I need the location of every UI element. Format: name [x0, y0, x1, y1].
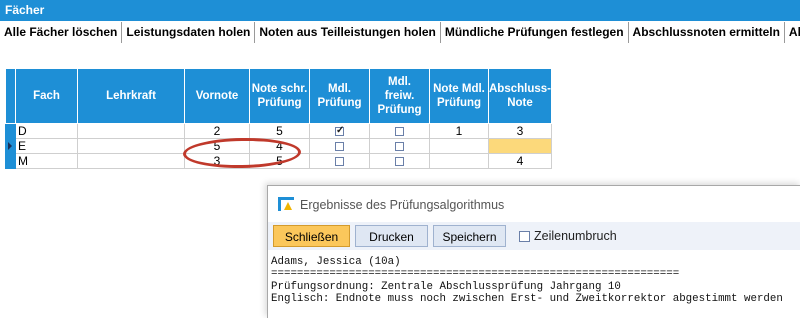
table-row[interactable]: M 3 5 4 [5, 153, 552, 169]
cell-vornote[interactable]: 5 [184, 138, 250, 154]
row-indicator-header [5, 68, 16, 124]
mdl-pruefung-checkbox[interactable] [335, 157, 344, 167]
cell-note-schr[interactable]: 5 [249, 153, 310, 169]
line-wrap-checkbox[interactable] [519, 231, 530, 242]
dialog-title: Ergebnisse des Prüfungsalgorithmus [300, 198, 505, 212]
header-abschlussnote[interactable]: Abschluss- Note [488, 68, 552, 124]
window-title-bar: Fächer [0, 0, 800, 21]
cell-lehrkraft[interactable] [77, 138, 185, 154]
action-toolbar: Alle Fächer löschen Leistungsdaten holen N… [0, 22, 800, 45]
header-vornote[interactable]: Vornote [184, 68, 250, 124]
row-indicator[interactable] [5, 138, 16, 154]
calculate-final-grades-button[interactable]: Abschlussnoten ermitteln [629, 22, 785, 43]
cell-fach[interactable]: M [15, 153, 78, 169]
print-button[interactable]: Drucken [355, 225, 428, 247]
result-line: Prüfungsordnung: Zentrale Abschlussprüfu… [271, 280, 621, 293]
cell-mdl-pruefung[interactable] [309, 138, 370, 154]
cell-mdl-pruefung[interactable] [309, 153, 370, 169]
table-row[interactable]: E 5 4 [5, 138, 552, 154]
cell-fach[interactable]: D [15, 123, 78, 139]
save-button[interactable]: Speichern [433, 225, 506, 247]
cell-mdl-pruefung[interactable] [309, 123, 370, 139]
mdl-freiw-checkbox[interactable] [395, 157, 404, 167]
cell-note-mdl[interactable] [429, 153, 489, 169]
cell-note-mdl[interactable]: 1 [429, 123, 489, 139]
dialog-toolbar: Schließen Drucken Speichern Zeilenumbruc… [268, 222, 800, 250]
dialog-title-bar[interactable]: Ergebnisse des Prüfungsalgorithmus [268, 186, 800, 222]
close-button[interactable]: Schließen [273, 225, 350, 247]
grades-from-partial-performance-button[interactable]: Noten aus Teilleistungen holen [255, 22, 441, 43]
header-note-mdl-pruefung[interactable]: Note Mdl. Prüfung [429, 68, 489, 124]
cell-note-schr[interactable]: 5 [249, 123, 310, 139]
app-icon [278, 197, 294, 211]
final-grades-truncated-button[interactable]: Abschlussnoten i [785, 22, 800, 43]
window-title: Fächer [5, 3, 45, 17]
results-text-area[interactable]: Adams, Jessica (10a) ====================… [271, 256, 799, 306]
mdl-pruefung-checkbox[interactable] [335, 142, 344, 152]
result-line: Englisch: Endnote muss noch zwischen Ers… [271, 293, 783, 306]
line-wrap-label: Zeilenumbruch [534, 229, 617, 243]
result-line: Adams, Jessica (10a) [271, 256, 401, 268]
cell-lehrkraft[interactable] [77, 123, 185, 139]
row-indicator[interactable] [5, 153, 16, 169]
cell-mdl-freiw[interactable] [369, 123, 430, 139]
cell-abschlussnote[interactable]: 4 [488, 153, 552, 169]
set-oral-exams-button[interactable]: Mündliche Prüfungen festlegen [441, 22, 629, 43]
cell-mdl-freiw[interactable] [369, 138, 430, 154]
results-dialog: Ergebnisse des Prüfungsalgorithmus Schli… [267, 185, 800, 318]
fetch-performance-data-button[interactable]: Leistungsdaten holen [122, 22, 256, 43]
result-line: ========================================… [271, 268, 680, 281]
current-row-arrow-icon [8, 142, 12, 150]
cell-note-mdl[interactable] [429, 138, 489, 154]
cell-note-schr[interactable]: 4 [249, 138, 310, 154]
delete-all-subjects-button[interactable]: Alle Fächer löschen [0, 22, 123, 43]
header-note-schr-pruefung[interactable]: Note schr. Prüfung [249, 68, 310, 124]
cell-vornote[interactable]: 3 [184, 153, 250, 169]
table-row[interactable]: D 2 5 1 3 [5, 123, 552, 139]
mdl-freiw-checkbox[interactable] [395, 127, 404, 137]
mdl-pruefung-checkbox[interactable] [335, 125, 344, 138]
subjects-grid: Fach Lehrkraft Vornote Note schr. Prüfung… [5, 68, 552, 169]
cell-abschlussnote[interactable] [488, 138, 552, 154]
cell-lehrkraft[interactable] [77, 153, 185, 169]
header-fach[interactable]: Fach [15, 68, 78, 124]
header-mdl-freiw-pruefung[interactable]: Mdl. freiw. Prüfung [369, 68, 430, 124]
cell-fach[interactable]: E [15, 138, 78, 154]
cell-mdl-freiw[interactable] [369, 153, 430, 169]
row-indicator[interactable] [5, 123, 16, 139]
cell-abschlussnote[interactable]: 3 [488, 123, 552, 139]
mdl-freiw-checkbox[interactable] [395, 142, 404, 152]
header-mdl-pruefung[interactable]: Mdl. Prüfung [309, 68, 370, 124]
line-wrap-toggle[interactable]: Zeilenumbruch [519, 229, 617, 243]
header-lehrkraft[interactable]: Lehrkraft [77, 68, 185, 124]
cell-vornote[interactable]: 2 [184, 123, 250, 139]
